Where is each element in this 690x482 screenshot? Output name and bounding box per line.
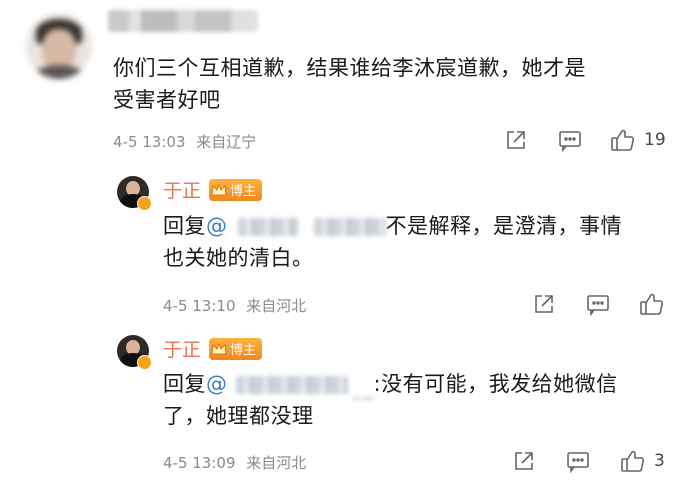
comment-icon[interactable] [558,130,582,152]
reply-author-name[interactable]: 于正 [163,176,201,203]
share-icon[interactable] [513,450,535,472]
like-icon[interactable] [610,127,636,153]
blogger-badge: 博主 [209,178,263,201]
reply-text: 回复@:没有可能，我发给她微信 了，她理都没理 [163,372,618,428]
comment-icon[interactable] [586,294,610,316]
reply-mention[interactable]: @ [206,372,374,400]
reply-meta: 4-5 13:10 来自河北 [163,297,307,315]
comment-location: 来自辽宁 [196,133,257,151]
verified-badge-icon [137,355,152,370]
reply-mention[interactable]: @ [206,214,386,238]
commenter-name-redacted[interactable] [108,10,258,32]
crown-icon [211,342,227,354]
share-icon[interactable] [533,293,555,315]
like-icon[interactable] [620,448,646,474]
comment-text: 你们三个互相道歉，结果谁给李沐宸道歉，她才是 受害者好吧 [113,56,586,112]
comment-time: 4-5 13:03 [113,133,186,151]
reply-author-row: 于正 博主 [163,176,263,203]
reply-meta: 4-5 13:09 来自河北 [163,454,307,472]
commenter-avatar[interactable] [26,13,92,79]
reply-text: 回复@ 不是解释，是澄清，事情 也关她的清白。 [163,214,622,270]
comment-meta: 4-5 13:03 来自辽宁 [113,131,256,152]
reply-like-count: 3 [654,451,665,471]
blogger-badge: 博主 [209,337,263,360]
crown-icon [211,183,227,195]
verified-badge-icon [137,196,152,211]
reply-author-name[interactable]: 于正 [163,335,201,362]
comment-icon[interactable] [566,451,590,473]
reply-author-row: 于正 博主 [163,335,263,362]
like-icon[interactable] [639,291,665,317]
share-icon[interactable] [505,129,527,151]
comment-like-count: 19 [644,130,666,150]
